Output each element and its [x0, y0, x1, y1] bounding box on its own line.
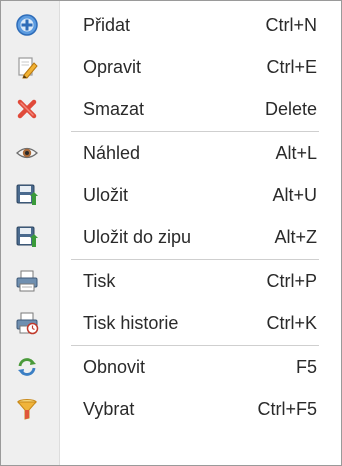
save-zip-icon	[15, 225, 39, 249]
menu-separator	[71, 259, 319, 260]
menu-item-label: Tisk historie	[83, 313, 179, 333]
menu-item-label: Smazat	[83, 99, 145, 119]
context-menu: Přidat Ctrl+N Opravit Ctrl+E Smazat Dele	[0, 0, 342, 466]
menu-item-shortcut: Alt+Z	[274, 227, 317, 247]
menu-item-shortcut: Ctrl+N	[265, 15, 317, 35]
menu-item-shortcut: Alt+U	[272, 185, 317, 205]
refresh-icon	[15, 355, 39, 379]
menu-item-tisk[interactable]: Tisk Ctrl+P	[1, 261, 341, 301]
filter-icon	[15, 397, 39, 421]
menu-item-label: Opravit	[83, 57, 142, 77]
print-history-icon	[15, 311, 39, 335]
menu-item-label: Přidat	[83, 15, 131, 35]
menu-item-tisk-historie[interactable]: Tisk historie Ctrl+K	[1, 303, 341, 343]
menu-item-shortcut: Delete	[264, 99, 317, 119]
menu-item-label: Vybrat	[83, 399, 135, 419]
print-icon	[15, 269, 39, 293]
menu-item-label: Uložit	[83, 185, 129, 205]
menu-item-label: Tisk	[83, 271, 116, 291]
add-icon	[15, 13, 39, 37]
preview-icon	[15, 141, 39, 165]
save-icon	[15, 183, 39, 207]
delete-icon	[15, 97, 39, 121]
menu-item-pridat[interactable]: Přidat Ctrl+N	[1, 5, 341, 45]
menu-item-obnovit[interactable]: Obnovit F5	[1, 347, 341, 387]
menu-item-shortcut: Ctrl+P	[266, 271, 317, 291]
menu-item-shortcut: Ctrl+F5	[257, 399, 317, 419]
menu-item-vybrat[interactable]: Vybrat Ctrl+F5	[1, 389, 341, 429]
menu-item-shortcut: Ctrl+K	[266, 313, 317, 333]
menu-separator	[71, 345, 319, 346]
menu-item-ulozit-do-zipu[interactable]: Uložit do zipu Alt+Z	[1, 217, 341, 257]
menu-separator	[71, 131, 319, 132]
menu-item-opravit[interactable]: Opravit Ctrl+E	[1, 47, 341, 87]
menu-item-shortcut: Ctrl+E	[266, 57, 317, 77]
menu-item-label: Náhled	[83, 143, 141, 163]
menu-item-shortcut: Alt+L	[275, 143, 317, 163]
menu-item-smazat[interactable]: Smazat Delete	[1, 89, 341, 129]
menu-item-shortcut: F5	[295, 357, 317, 377]
menu-item-label: Uložit do zipu	[83, 227, 192, 247]
edit-icon	[15, 55, 39, 79]
menu-item-label: Obnovit	[83, 357, 146, 377]
menu-item-nahled[interactable]: Náhled Alt+L	[1, 133, 341, 173]
menu-item-ulozit[interactable]: Uložit Alt+U	[1, 175, 341, 215]
